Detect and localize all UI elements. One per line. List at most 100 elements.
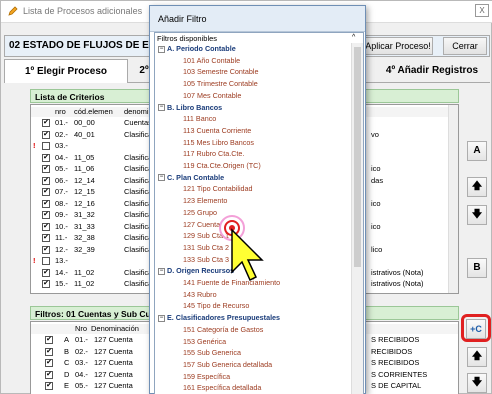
tree-item-label: 113 Cuenta Corriente xyxy=(183,125,252,135)
row-letter: E xyxy=(64,381,70,390)
row-checkbox[interactable]: ✔ xyxy=(45,347,53,356)
tree-item-label: 161 Específica detallada xyxy=(183,383,262,393)
tree-item-label: 103 Semestre Contable xyxy=(183,67,259,77)
row-checkbox[interactable]: ✔ xyxy=(42,199,50,208)
tree-item[interactable]: 157 Sub Generica detallada xyxy=(183,360,272,370)
move-up-button[interactable]: 🡅 xyxy=(467,177,487,197)
tree-group-label: C. Plan Contable xyxy=(167,172,225,182)
collapse-toggle-icon[interactable]: − xyxy=(158,104,165,112)
row-cod: 12_15 xyxy=(74,187,95,196)
row-extra: ico xyxy=(371,198,381,208)
tree-item[interactable]: 153 Genérica xyxy=(183,337,226,347)
row-letter: C xyxy=(64,358,70,367)
tree-item[interactable]: 105 Trimestre Contable xyxy=(183,79,258,89)
popup-title-bar: Añadir Filtro xyxy=(150,6,365,32)
row-extra: das xyxy=(371,175,384,185)
tree-item-label: 157 Sub Generica detallada xyxy=(183,359,273,369)
row-nro: 06.- xyxy=(55,175,68,185)
row-letter: D xyxy=(64,369,70,379)
row-extra: vo xyxy=(371,129,379,139)
row-checkbox[interactable] xyxy=(42,257,50,266)
tree-item[interactable]: 115 Mes Libro Bancos xyxy=(183,138,254,148)
tree-item[interactable]: 121 Tipo Contabilidad xyxy=(183,184,253,194)
tree-item-label: 151 Categoría de Gastos xyxy=(183,324,264,334)
row-checkbox[interactable]: ✔ xyxy=(42,245,50,254)
row-extra: S CORRIENTES xyxy=(371,369,428,379)
row-checkbox[interactable]: ✔ xyxy=(42,153,50,162)
tree-scrollbar[interactable] xyxy=(351,43,363,394)
apply-process-button[interactable]: Aplicar Proceso! xyxy=(363,37,433,55)
tree-item[interactable]: 103 Semestre Contable xyxy=(183,67,259,77)
row-checkbox[interactable]: ✔ xyxy=(45,336,53,345)
pointer-cursor-icon xyxy=(231,228,264,282)
tree-group-label: A. Periodo Contable xyxy=(167,44,236,53)
tree-item-label: 117 Rubro Cta.Cte. xyxy=(183,149,245,159)
row-checkbox[interactable]: ✔ xyxy=(42,188,50,197)
tree-item[interactable]: 117 Rubro Cta.Cte. xyxy=(183,149,244,159)
row-checkbox[interactable]: ✔ xyxy=(42,280,50,289)
collapse-toggle-icon[interactable]: − xyxy=(158,314,165,322)
add-filter-button[interactable]: +C xyxy=(466,319,486,339)
row-checkbox[interactable]: ✔ xyxy=(45,370,53,379)
row-den: 127 Cuenta xyxy=(94,369,133,379)
row-den: 127 Cuenta xyxy=(94,335,133,344)
row-cod: 31_32 xyxy=(74,210,95,219)
tree-group[interactable]: − C. Plan Contable xyxy=(158,173,224,183)
tree-item[interactable]: 159 Específica xyxy=(183,372,230,382)
row-checkbox[interactable]: ✔ xyxy=(45,359,53,368)
tree-item-label: 121 Tipo Contabilidad xyxy=(183,184,253,194)
row-nro: 04.- xyxy=(55,152,68,162)
row-checkbox[interactable]: ✔ xyxy=(42,268,50,277)
move-down-button[interactable]: 🡇 xyxy=(467,205,487,225)
tree-group[interactable]: − E. Clasificadores Presupuestales xyxy=(158,313,280,323)
tree-item[interactable]: 119 Cta.Cte.Origen (TC) xyxy=(183,161,261,171)
row-checkbox[interactable]: ✔ xyxy=(45,382,53,391)
tree-group[interactable]: − B. Libro Bancos xyxy=(158,103,222,113)
row-checkbox[interactable]: ✔ xyxy=(42,222,50,231)
row-checkbox[interactable]: ✔ xyxy=(42,211,50,220)
tree-item-label: 123 Elemento xyxy=(183,196,228,206)
row-checkbox[interactable]: ✔ xyxy=(42,119,50,128)
tab-elegir-proceso[interactable]: 1º Elegir Proceso xyxy=(4,59,128,83)
row-nro: 10.- xyxy=(55,221,68,231)
button-b[interactable]: B xyxy=(467,258,487,278)
criterios-scrollbar[interactable] xyxy=(448,105,458,293)
close-button[interactable]: Cerrar xyxy=(443,37,487,55)
tree-item[interactable]: 145 Tipo de Recurso xyxy=(183,301,249,311)
move-down-button-2[interactable]: 🡇 xyxy=(467,373,487,393)
row-extra: ico xyxy=(371,164,381,173)
row-den: 127 Cuenta xyxy=(94,381,133,390)
collapse-toggle-icon[interactable]: − xyxy=(158,45,165,53)
tree-item[interactable]: 111 Banco xyxy=(183,114,216,124)
row-checkbox[interactable]: ✔ xyxy=(42,165,50,174)
move-up-button-2[interactable]: 🡅 xyxy=(467,347,487,367)
row-checkbox[interactable]: ✔ xyxy=(42,234,50,243)
tree-header: Filtros disponibles xyxy=(157,34,218,43)
tree-item[interactable]: 101 Año Contable xyxy=(183,56,240,66)
collapse-toggle-icon[interactable]: − xyxy=(158,174,165,182)
tree-item-label: 115 Mes Libro Bancos xyxy=(183,137,254,147)
tree-item[interactable]: 107 Mes Contable xyxy=(183,91,241,101)
tree-item[interactable]: 113 Cuenta Corriente xyxy=(183,126,251,136)
row-cod: 32_38 xyxy=(74,233,95,242)
row-checkbox[interactable]: ✔ xyxy=(42,130,50,139)
row-nro: 12.- xyxy=(55,244,68,254)
scroll-thumb[interactable] xyxy=(354,47,361,267)
tab-anadir-registros[interactable]: 4º Añadir Registros xyxy=(374,59,490,83)
row-nro: 01.- xyxy=(75,335,88,344)
tree-item[interactable]: 161 Específica detallada xyxy=(183,383,261,393)
button-a[interactable]: A xyxy=(467,141,487,161)
tree-item-label: 107 Mes Contable xyxy=(183,90,242,100)
collapse-icon[interactable]: ^ xyxy=(352,34,355,41)
tree-item[interactable]: 151 Categoría de Gastos xyxy=(183,325,263,335)
close-window-button[interactable]: X xyxy=(475,4,489,17)
row-checkbox[interactable] xyxy=(42,142,50,151)
row-checkbox[interactable]: ✔ xyxy=(42,176,50,185)
row-extra: ico xyxy=(371,221,381,231)
collapse-toggle-icon[interactable]: − xyxy=(158,267,165,275)
tree-group[interactable]: − A. Periodo Contable xyxy=(158,44,236,54)
row-cod: 32_39 xyxy=(74,244,95,254)
row-letter: B xyxy=(64,346,70,356)
tree-item[interactable]: 123 Elemento xyxy=(183,196,227,206)
tree-item[interactable]: 155 Sub Generica xyxy=(183,348,241,358)
